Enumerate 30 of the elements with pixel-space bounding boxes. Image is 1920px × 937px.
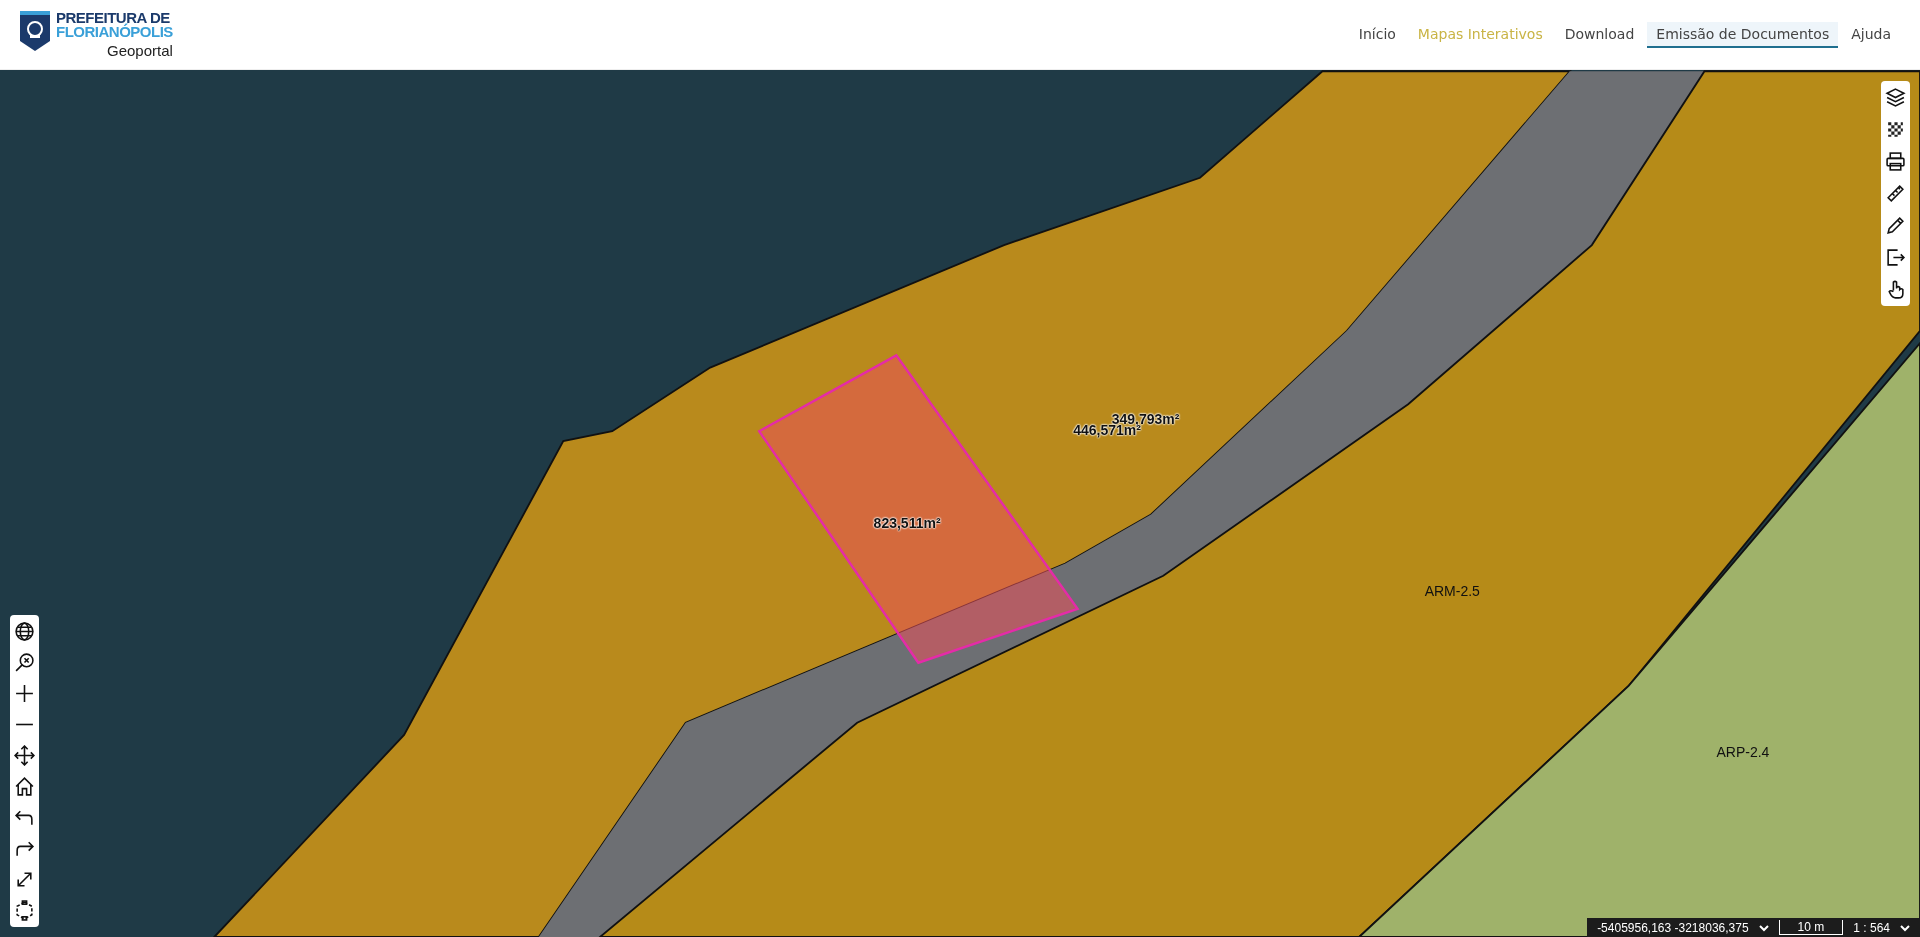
- pencil-icon[interactable]: [1885, 215, 1906, 236]
- zone-label: ARP-2.4: [1716, 743, 1770, 760]
- home-icon[interactable]: [14, 776, 35, 797]
- hand-pointer-icon[interactable]: [1885, 279, 1906, 300]
- logo-title: PREFEITURA DE: [56, 10, 170, 25]
- logo-title: FLORIANÓPOLIS: [56, 24, 173, 39]
- layers-icon[interactable]: [1885, 87, 1906, 108]
- nav-link[interactable]: Início: [1349, 21, 1405, 48]
- zone-label: ARM-2.5: [1424, 583, 1480, 600]
- expand-icon[interactable]: [14, 869, 35, 890]
- coat-of-arms-icon: [20, 10, 50, 51]
- zoom-in-icon[interactable]: [14, 683, 35, 704]
- export-icon[interactable]: [1885, 247, 1906, 268]
- ruler-icon[interactable]: [1885, 183, 1906, 204]
- area-label: 823,511m²: [873, 514, 941, 531]
- nav-link[interactable]: Emissão de Documentos: [1647, 21, 1839, 48]
- print-icon[interactable]: [1885, 151, 1906, 172]
- nav-link[interactable]: Download: [1555, 21, 1644, 48]
- site-subtitle: Geoportal: [106, 41, 173, 59]
- coordinates-text: -5405956,163 -3218036,375: [1597, 920, 1749, 935]
- polygon-select-icon[interactable]: [14, 900, 35, 921]
- pan-icon[interactable]: [14, 745, 35, 766]
- globe-icon[interactable]: [14, 621, 35, 642]
- chevron-down-icon[interactable]: [1758, 922, 1769, 933]
- checker-icon[interactable]: [1885, 119, 1906, 140]
- nav-link[interactable]: Ajuda: [1842, 21, 1900, 48]
- scale-ratio: 1 : 564: [1853, 920, 1890, 935]
- zoom-extent-icon[interactable]: [14, 652, 35, 673]
- scale-bar: 10 m: [1778, 920, 1844, 935]
- chevron-down-icon[interactable]: [1900, 922, 1910, 933]
